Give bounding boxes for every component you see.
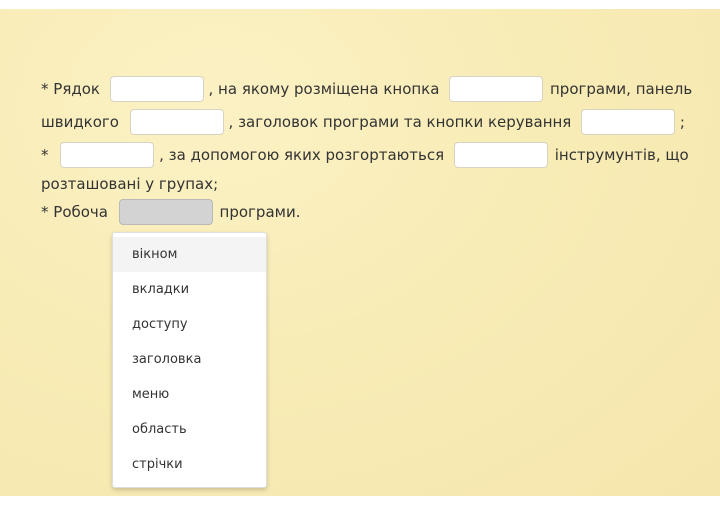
- line2-text-3: ;: [679, 113, 685, 131]
- blank-2[interactable]: [449, 76, 544, 102]
- sentence-line-3: * , за допомогою яких розгортаються інст…: [41, 142, 689, 168]
- line4-text-1: розташовані у групах;: [41, 174, 219, 193]
- line1-text-3: програми, панель: [550, 80, 693, 98]
- sentence-line-2: швидкого , заголовок програми та кнопки …: [41, 109, 685, 135]
- blank-4[interactable]: [581, 109, 676, 135]
- dropdown-option[interactable]: область: [113, 412, 266, 447]
- dropdown-option[interactable]: доступу: [113, 307, 266, 342]
- blank-6[interactable]: [453, 142, 548, 168]
- dropdown-option[interactable]: меню: [113, 377, 266, 412]
- dropdown-option[interactable]: заголовка: [113, 342, 266, 377]
- line5-text-1: * Робоча: [41, 203, 108, 221]
- dropdown-option[interactable]: вкладки: [113, 272, 266, 307]
- sentence-line-5: * Робоча програми.: [41, 199, 300, 225]
- line3-text-3: інструмунтів, що: [554, 146, 689, 164]
- blank-3[interactable]: [129, 109, 224, 135]
- sentence-line-4: розташовані у групах;: [41, 173, 218, 194]
- blank-7-active[interactable]: [118, 199, 213, 225]
- line2-text-2: , заголовок програми та кнопки керування: [228, 113, 572, 131]
- blank-1[interactable]: [109, 76, 204, 102]
- line3-text-2: , за допомогою яких розгортаються: [159, 146, 445, 164]
- line1-text-1: * Рядок: [41, 80, 100, 98]
- blank-5[interactable]: [60, 142, 155, 168]
- line2-text-1: швидкого: [41, 113, 119, 131]
- line3-text-1: *: [41, 146, 49, 164]
- line5-text-2: програми.: [219, 203, 301, 221]
- worksheet-background: * Рядок , на якому розміщена кнопка прог…: [0, 9, 720, 496]
- line1-text-2: , на якому розміщена кнопка: [208, 80, 440, 98]
- dropdown-option[interactable]: стрічки: [113, 447, 266, 482]
- answer-dropdown-menu: вікном вкладки доступу заголовка меню об…: [112, 232, 267, 488]
- sentence-line-1: * Рядок , на якому розміщена кнопка прог…: [41, 76, 692, 102]
- dropdown-option[interactable]: вікном: [113, 237, 266, 272]
